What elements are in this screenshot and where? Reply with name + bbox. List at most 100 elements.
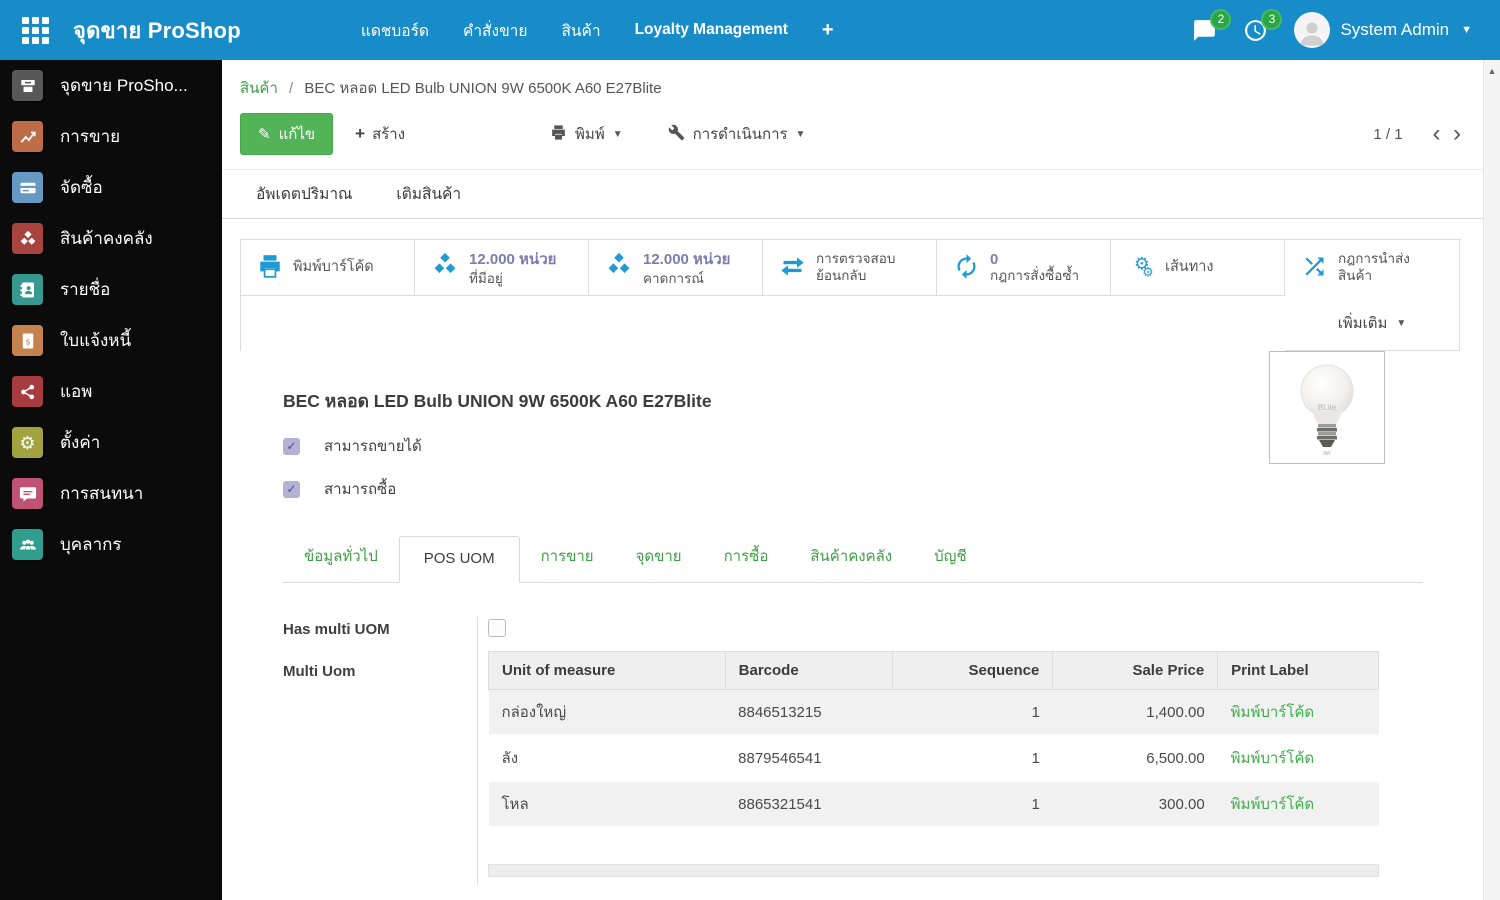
tab-pos-uom[interactable]: POS UOM: [398, 536, 520, 583]
sidebar-item-invoicing[interactable]: $ ใบแจ้งหนี้: [0, 315, 222, 366]
has-multi-uom-checkbox[interactable]: [488, 619, 506, 637]
reordering-rules-smart-button[interactable]: 0 กฎการสั่งซื้อซ้ำ: [937, 240, 1111, 296]
routes-smart-button[interactable]: ⚙ ⚙ เส้นทาง: [1111, 240, 1285, 296]
sidebar: จุดขาย ProSho... การขาย จัดซื้อ สินค้าคง…: [0, 60, 222, 900]
traceability-smart-button[interactable]: การตรวจสอบ ย้อนกลับ: [763, 240, 937, 296]
menu-add-icon[interactable]: +: [822, 19, 834, 42]
tab-pos[interactable]: จุดขาย: [615, 531, 703, 582]
tab-general-info[interactable]: ข้อมูลทั่วไป: [283, 531, 399, 582]
table-footer-strip: [488, 864, 1379, 877]
table-row[interactable]: กล่องใหญ่ 8846513215 1 1,400.00 พิมพ์บาร…: [488, 689, 1379, 736]
on-hand-smart-button[interactable]: 12.000 หน่วย ที่มีอยู่: [415, 240, 589, 296]
multi-uom-table: Unit of measure Barcode Sequence Sale Pr…: [488, 651, 1379, 828]
gears-icon: ⚙ ⚙: [1127, 252, 1155, 283]
breadcrumb-current: BEC หลอด LED Bulb UNION 9W 6500K A60 E27…: [304, 80, 662, 97]
chevron-down-icon: ▼: [1461, 24, 1472, 36]
svg-text:⚙: ⚙: [1142, 266, 1154, 281]
pos-icon: [12, 70, 43, 101]
print-dropdown[interactable]: พิมพ์ ▼: [550, 122, 623, 146]
chevron-down-icon: ▼: [612, 128, 623, 140]
plus-icon: +: [355, 124, 366, 143]
top-menu: แดชบอร์ด คำสั่งขาย สินค้า Loyalty Manage…: [361, 18, 834, 43]
pager-next-button[interactable]: ›: [1449, 122, 1465, 146]
scroll-up-arrow-icon[interactable]: ▲: [1484, 60, 1500, 76]
putaway-rules-smart-button[interactable]: กฎการนำส่ง สินค้า: [1285, 240, 1459, 296]
sidebar-item-settings[interactable]: ⚙ ตั้งค่า: [0, 417, 222, 468]
forecasted-smart-button[interactable]: 12.000 หน่วย คาดการณ์: [589, 240, 763, 296]
printer-icon: [550, 124, 567, 145]
refresh-icon: [953, 253, 980, 283]
sidebar-item-purchase[interactable]: จัดซื้อ: [0, 162, 222, 213]
tab-purchase[interactable]: การซื้อ: [703, 531, 790, 582]
address-book-icon: [12, 274, 43, 305]
column-header-sale-price[interactable]: Sale Price: [1052, 651, 1219, 690]
tab-sales[interactable]: การขาย: [520, 531, 615, 582]
pencil-icon: ✎: [258, 126, 271, 143]
column-header-print-label[interactable]: Print Label: [1217, 651, 1379, 690]
menu-sale-orders[interactable]: คำสั่งขาย: [463, 18, 527, 43]
create-button[interactable]: + สร้าง: [355, 122, 405, 146]
cubes-icon: [605, 251, 633, 283]
avatar: [1294, 12, 1331, 48]
print-barcode-smart-button[interactable]: พิมพ์บาร์โค้ด: [241, 240, 415, 296]
menu-loyalty-management[interactable]: Loyalty Management: [635, 21, 788, 39]
table-row[interactable]: โหล 8865321541 1 300.00 พิมพ์บาร์โค้ด: [488, 781, 1379, 828]
topbar: จุดขาย ProShop แดชบอร์ด คำสั่งขาย สินค้า…: [0, 0, 1500, 60]
user-menu[interactable]: System Admin ▼: [1294, 12, 1472, 48]
column-header-barcode[interactable]: Barcode: [724, 651, 893, 690]
replenish-button[interactable]: เติมสินค้า: [396, 181, 461, 206]
printer-icon: [257, 253, 283, 282]
apps-grid-icon[interactable]: [22, 16, 49, 44]
has-multi-uom-label: Has multi UOM: [283, 621, 390, 638]
sidebar-item-sales[interactable]: การขาย: [0, 111, 222, 162]
sidebar-item-discuss[interactable]: การสนทนา: [0, 468, 222, 519]
column-header-unit-of-measure[interactable]: Unit of measure: [488, 651, 726, 690]
svg-text:BLite: BLite: [1318, 403, 1337, 412]
can-be-purchased-checkbox[interactable]: ✓: [283, 480, 300, 498]
product-image[interactable]: BLite 9W: [1269, 351, 1385, 464]
pager-count: 1 / 1: [1373, 125, 1403, 143]
print-barcode-link[interactable]: พิมพ์บาร์โค้ด: [1231, 704, 1315, 721]
tab-accounting[interactable]: บัญชี: [913, 531, 987, 582]
tab-inventory[interactable]: สินค้าคงคลัง: [789, 531, 913, 582]
update-quantity-button[interactable]: อัพเดตปริมาณ: [256, 181, 352, 206]
sidebar-item-pos[interactable]: จุดขาย ProSho...: [0, 60, 222, 111]
messages-button[interactable]: 2: [1192, 8, 1232, 43]
vertical-scrollbar[interactable]: ▲: [1483, 60, 1500, 900]
shuffle-icon: [1301, 253, 1328, 283]
can-be-purchased-label: สามารถซื้อ: [324, 481, 397, 498]
activities-badge: 3: [1261, 8, 1283, 30]
pager-previous-button[interactable]: ‹: [1429, 122, 1445, 146]
more-dropdown[interactable]: เพิ่มเติม ▼: [1285, 296, 1459, 350]
edit-button[interactable]: ✎ แก้ไข: [240, 113, 334, 155]
sidebar-item-apps[interactable]: แอพ: [0, 366, 222, 417]
action-dropdown[interactable]: การดำเนินการ ▼: [668, 122, 806, 146]
people-icon: [12, 529, 43, 560]
can-be-sold-checkbox[interactable]: ✓: [283, 437, 300, 455]
sidebar-item-inventory[interactable]: สินค้าคงคลัง: [0, 213, 222, 264]
can-be-sold-label: สามารถขายได้: [324, 438, 422, 455]
menu-products[interactable]: สินค้า: [561, 18, 600, 43]
chevron-down-icon: ▼: [1396, 317, 1407, 329]
print-barcode-link[interactable]: พิมพ์บาร์โค้ด: [1231, 796, 1315, 813]
sidebar-item-employees[interactable]: บุคลากร: [0, 519, 222, 570]
product-header: BEC หลอด LED Bulb UNION 9W 6500K A60 E27…: [240, 351, 1465, 501]
breadcrumb-products-link[interactable]: สินค้า: [240, 80, 278, 97]
column-header-sequence[interactable]: Sequence: [891, 651, 1054, 690]
gear-icon: ⚙: [12, 427, 43, 458]
exchange-arrows-icon: [779, 253, 806, 283]
credit-card-icon: [12, 172, 43, 203]
sidebar-item-contacts[interactable]: รายชื่อ: [0, 264, 222, 315]
invoice-icon: $: [12, 325, 43, 356]
activities-button[interactable]: 3: [1243, 8, 1283, 43]
chevron-down-icon: ▼: [795, 128, 806, 140]
control-panel: ✎ แก้ไข + สร้าง พิมพ์ ▼ การดำเนินการ ▼ 1…: [222, 100, 1483, 169]
cubes-icon: [431, 251, 459, 283]
print-barcode-link[interactable]: พิมพ์บาร์โค้ด: [1231, 750, 1315, 767]
menu-dashboard[interactable]: แดชบอร์ด: [361, 18, 429, 43]
table-row[interactable]: ลัง 8879546541 1 6,500.00 พิมพ์บาร์โค้ด: [488, 735, 1379, 782]
chat-bubble-icon: [12, 478, 43, 509]
pos-uom-tab-content: Has multi UOM Multi Uom Unit of measure …: [283, 617, 1465, 885]
multi-uom-label: Multi Uom: [283, 663, 356, 680]
smart-buttons: พิมพ์บาร์โค้ด 12.000 หน่วย ที่มีอยู่ 12.0…: [240, 239, 1461, 351]
